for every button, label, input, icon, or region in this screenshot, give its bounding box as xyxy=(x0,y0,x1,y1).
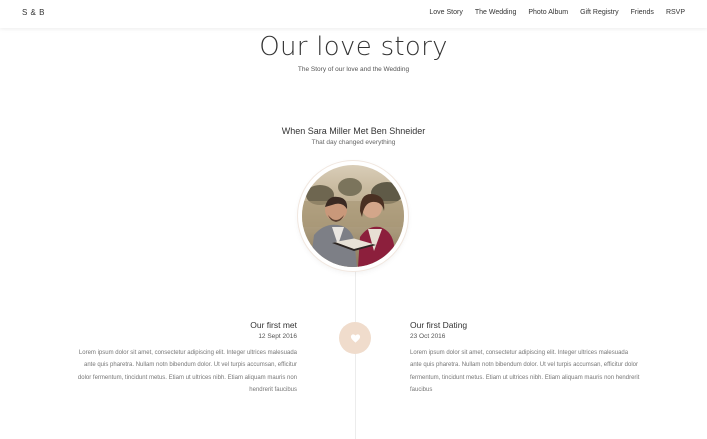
main-nav: Love Story The Wedding Photo Album Gift … xyxy=(429,9,685,16)
event-title: Our first Dating xyxy=(410,320,468,330)
top-navbar: S & B Love Story The Wedding Photo Album… xyxy=(0,0,707,28)
event-description: Lorem ipsum dolor sit amet, consectetur … xyxy=(410,350,640,394)
nav-friends[interactable]: Friends xyxy=(631,9,654,16)
story-heading: When Sara Miller Met Ben Shneider xyxy=(281,126,426,136)
timeline-event-first-met: Our first met 12 Sept 2016 Lorem ipsum d… xyxy=(75,320,297,397)
event-date: 12 Sept 2016 xyxy=(258,333,297,340)
nav-photo-album[interactable]: Photo Album xyxy=(528,9,568,16)
page-subtitle: The Story of our love and the Wedding xyxy=(297,66,410,73)
timeline-event-first-dating: Our first Dating 23 Oct 2016 Lorem ipsum… xyxy=(410,320,640,397)
story-subheading: That day changed everything xyxy=(311,139,396,146)
timeline-badge xyxy=(339,322,371,354)
heart-icon xyxy=(350,333,360,343)
nav-gift-registry[interactable]: Gift Registry xyxy=(580,9,619,16)
nav-rsvp[interactable]: RSVP xyxy=(666,9,685,16)
brand-logo[interactable]: S & B xyxy=(22,8,45,17)
event-date: 23 Oct 2016 xyxy=(410,333,446,340)
event-description: Lorem ipsum dolor sit amet, consectetur … xyxy=(77,350,297,394)
page-title: Our love story xyxy=(259,32,448,62)
nav-the-wedding[interactable]: The Wedding xyxy=(475,9,517,16)
couple-photo xyxy=(302,165,404,267)
event-title: Our first met xyxy=(250,320,297,330)
nav-love-story[interactable]: Love Story xyxy=(429,9,462,16)
